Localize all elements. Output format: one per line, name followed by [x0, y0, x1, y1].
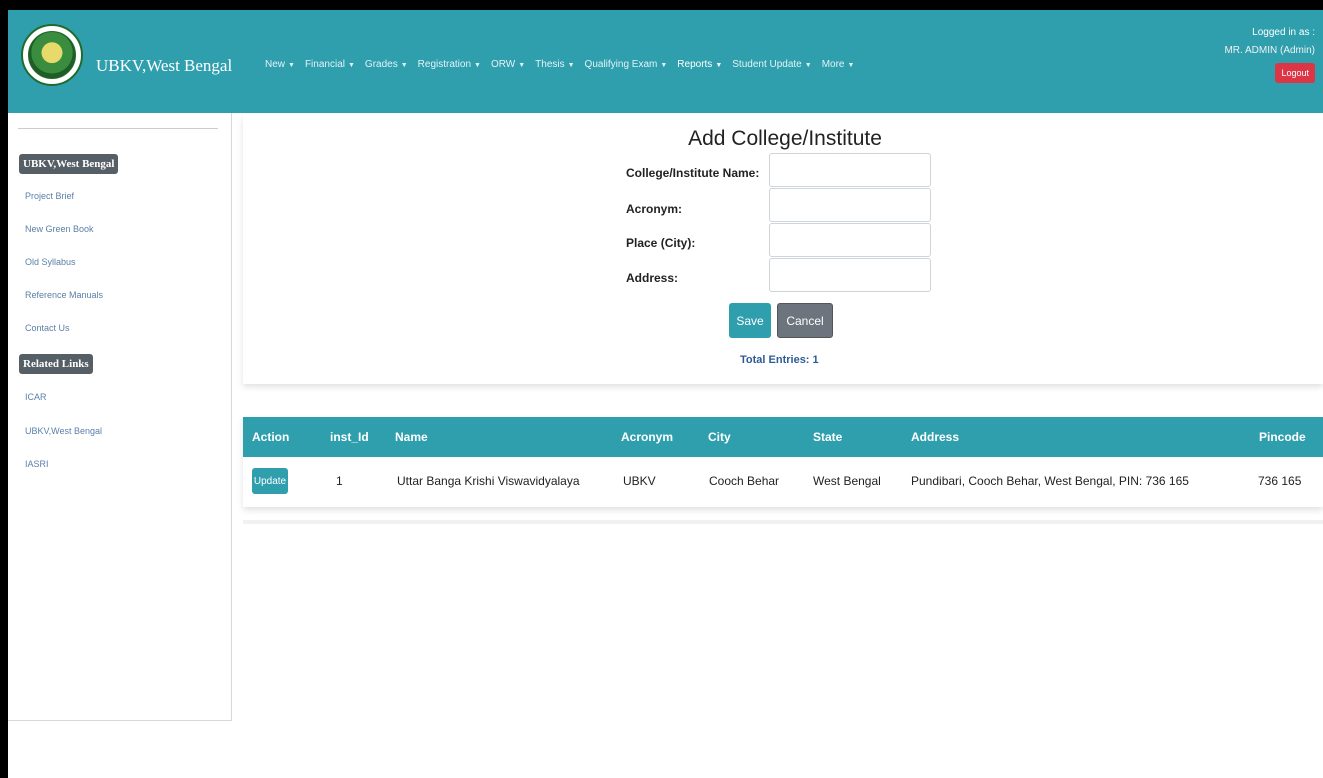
sidebar-link-project-brief[interactable]: Project Brief: [25, 191, 74, 201]
cancel-button[interactable]: Cancel: [777, 303, 833, 338]
menu-new[interactable]: New ▼: [265, 59, 295, 70]
col-header-acronym: Acronym: [621, 430, 674, 444]
current-user: MR. ADMIN (Admin): [1224, 45, 1315, 56]
app-window: UBKV,West Bengal New ▼ Financial ▼ Grades ▼…: [8, 10, 1323, 778]
cell-inst-id: 1: [336, 474, 343, 488]
sidebar-link-icar[interactable]: ICAR: [25, 392, 47, 402]
sidebar-link-old-syllabus[interactable]: Old Syllabus: [25, 257, 76, 267]
institutes-table: Action inst_Id Name Acronym City State A…: [243, 417, 1323, 507]
menu-financial[interactable]: Financial ▼: [305, 59, 355, 70]
col-header-city: City: [708, 430, 731, 444]
university-logo[interactable]: [21, 24, 83, 86]
cell-name: Uttar Banga Krishi Viswavidyalaya: [397, 474, 580, 488]
col-header-inst-id: inst_Id: [330, 430, 369, 444]
menu-label: New: [265, 59, 286, 70]
cell-city: Cooch Behar: [709, 474, 780, 488]
acronym-label: Acronym:: [626, 202, 683, 216]
add-college-form: Add College/Institute College/Institute …: [243, 115, 1323, 384]
menu-label: Qualifying Exam: [584, 59, 658, 70]
cell-acronym: UBKV: [623, 474, 656, 488]
menu-label: Grades: [364, 59, 398, 70]
caret-down-icon: ▼: [660, 62, 668, 69]
page-title-text: Add College/Institute: [688, 127, 882, 150]
login-panel: Logged in as : MR. ADMIN (Admin) Logout: [1224, 24, 1315, 83]
menu-label: More: [821, 59, 845, 70]
table-header: Action inst_Id Name Acronym City State A…: [243, 417, 1323, 457]
menu-label: Student Update: [732, 59, 802, 70]
sidebar-link-contact-us[interactable]: Contact Us: [25, 323, 70, 333]
college-name-input[interactable]: [769, 153, 931, 187]
content-divider: [243, 520, 1323, 524]
top-navbar: UBKV,West Bengal New ▼ Financial ▼ Grades ▼…: [8, 10, 1323, 113]
menu-qualifying-exam[interactable]: Qualifying Exam ▼: [585, 59, 668, 70]
logged-in-label: Logged in as :: [1252, 27, 1315, 38]
menu-label: ORW: [490, 59, 516, 70]
menu-label: Thesis: [535, 59, 565, 70]
city-input[interactable]: [769, 223, 931, 257]
brand-title[interactable]: UBKV,West Bengal: [96, 56, 232, 76]
sidebar-link-iasri[interactable]: IASRI: [25, 459, 49, 469]
menu-label: Registration: [417, 59, 472, 70]
update-button[interactable]: Update: [252, 468, 288, 494]
page-title: Add College/Institute: [243, 127, 1323, 151]
menu-student-update[interactable]: Student Update ▼: [732, 59, 811, 70]
city-label: Place (City):: [626, 236, 696, 250]
caret-down-icon: ▼: [288, 62, 295, 69]
logout-button[interactable]: Logout: [1275, 63, 1315, 83]
menu-registration[interactable]: Registration ▼: [418, 59, 481, 70]
col-header-address: Address: [911, 430, 960, 444]
cell-state: West Bengal: [813, 474, 881, 488]
total-entries: Total Entries: 1: [740, 354, 819, 366]
caret-down-icon: ▼: [715, 62, 723, 69]
college-name-label: College/Institute Name:: [626, 166, 760, 180]
save-button[interactable]: Save: [729, 303, 771, 338]
col-header-pincode: Pincode: [1259, 430, 1306, 444]
menu-grades[interactable]: Grades ▼: [365, 59, 408, 70]
menu-reports[interactable]: Reports ▼: [677, 59, 722, 70]
sidebar-section-ubkv: UBKV,West Bengal: [19, 154, 119, 174]
menu-thesis[interactable]: Thesis ▼: [535, 59, 574, 70]
caret-down-icon: ▼: [347, 62, 355, 69]
col-header-name: Name: [395, 430, 428, 444]
sidebar-link-ubkv[interactable]: UBKV,West Bengal: [25, 426, 102, 436]
sidebar-section-related-links: Related Links: [19, 354, 93, 374]
caret-down-icon: ▼: [847, 62, 855, 69]
sidebar-divider: [18, 128, 218, 129]
menu-label: Reports: [677, 59, 713, 70]
col-header-action: Action: [252, 430, 290, 444]
menu-label: Financial: [304, 59, 345, 70]
sidebar-link-new-green-book[interactable]: New Green Book: [25, 224, 94, 234]
address-input[interactable]: [769, 258, 931, 292]
caret-down-icon: ▼: [567, 62, 575, 69]
caret-down-icon: ▼: [804, 62, 812, 69]
emblem-icon: [28, 31, 76, 79]
caret-down-icon: ▼: [400, 62, 408, 69]
sidebar-link-reference-manuals[interactable]: Reference Manuals: [25, 290, 103, 300]
caret-down-icon: ▼: [518, 62, 526, 69]
cell-address: Pundibari, Cooch Behar, West Bengal, PIN…: [911, 474, 1189, 488]
address-label: Address:: [626, 271, 679, 285]
caret-down-icon: ▼: [474, 62, 481, 69]
cell-pincode: 736 165: [1258, 474, 1302, 488]
col-header-state: State: [813, 430, 843, 444]
menu-orw[interactable]: ORW ▼: [491, 59, 525, 70]
main-menu: New ▼ Financial ▼ Grades ▼ Registration ▼ OR…: [265, 59, 864, 70]
acronym-input[interactable]: [769, 188, 931, 222]
sidebar: UBKV,West Bengal Project Brief New Green…: [8, 113, 232, 721]
menu-more[interactable]: More ▼: [822, 59, 855, 70]
